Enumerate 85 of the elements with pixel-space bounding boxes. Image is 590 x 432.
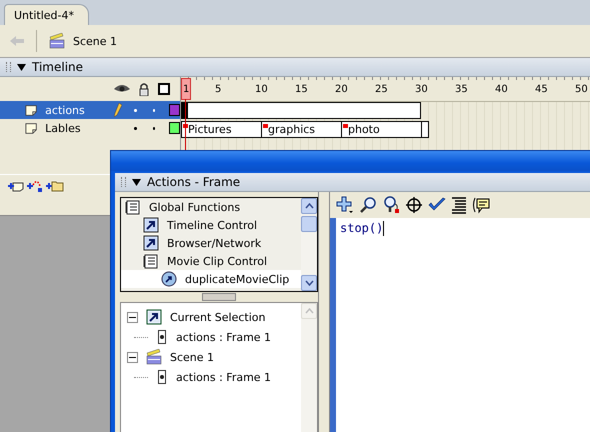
empty-keyframe[interactable]	[421, 121, 429, 138]
layer-row[interactable]: Lables	[0, 119, 180, 137]
frame-icon	[158, 370, 166, 384]
navigator-item[interactable]: Current Selection	[170, 310, 266, 324]
scroll-up-icon[interactable]	[304, 203, 314, 209]
frame-number: 10	[255, 84, 268, 95]
add-icon[interactable]	[336, 196, 354, 214]
add-motion-guide-icon[interactable]	[27, 180, 43, 192]
book-icon	[143, 253, 159, 269]
toolbox-item[interactable]: Movie Clip Control	[121, 252, 301, 270]
frame-label: graphics	[268, 123, 316, 136]
search-icon[interactable]	[359, 196, 377, 214]
scrollbar[interactable]	[301, 198, 317, 291]
collapse-triangle-icon[interactable]	[17, 64, 26, 70]
arrow-box-icon	[143, 235, 159, 251]
frame-number: 50	[575, 84, 588, 95]
frame-ruler[interactable]: 1 5 10 15 20 25 30 35 40 45 50	[181, 77, 590, 102]
layer-page-icon	[25, 104, 38, 116]
lock-icon[interactable]	[139, 82, 149, 96]
script-editor[interactable]: stop()	[329, 218, 590, 432]
code-hint-icon[interactable]	[472, 196, 490, 214]
labeled-keyframe-span[interactable]: Pictures	[181, 121, 261, 138]
frame-number: 35	[455, 84, 468, 95]
layer-name: actions	[44, 104, 86, 116]
document-tab[interactable]: Untitled-4*	[4, 4, 89, 25]
labeled-keyframe-span[interactable]: graphics	[261, 121, 341, 138]
panel-title: Timeline	[32, 60, 84, 74]
panel-title: Actions - Frame	[147, 175, 240, 189]
navigator-item[interactable]: actions : Frame 1	[176, 330, 272, 344]
insert-folder-icon[interactable]	[46, 180, 64, 192]
frame-number: 1	[183, 84, 190, 95]
layer-name: Lables	[44, 122, 82, 134]
scrollbar[interactable]	[301, 303, 317, 432]
book-icon	[125, 199, 141, 215]
scene-name[interactable]: Scene 1	[73, 34, 118, 48]
clapperboard-icon	[49, 33, 65, 49]
arrow-box-icon	[146, 309, 162, 325]
labeled-keyframe-span[interactable]: photo	[341, 121, 421, 138]
frame-label: photo	[348, 123, 380, 136]
toolbox-item[interactable]: duplicateMovieClip	[121, 270, 301, 288]
tree-toggle[interactable]	[127, 352, 138, 362]
collapse-triangle-icon[interactable]	[132, 178, 141, 186]
toolbox-label: Browser/Network	[167, 236, 262, 250]
visibility-dot[interactable]	[134, 108, 137, 112]
toolbox-label: duplicateMovieClip	[185, 272, 290, 286]
lock-dot[interactable]	[152, 108, 156, 112]
eye-icon[interactable]	[114, 84, 130, 94]
splitter-handle[interactable]	[202, 293, 236, 301]
arrow-circle-icon	[161, 271, 177, 287]
frame-number: 25	[375, 84, 388, 95]
toolbox-item[interactable]: Global Functions	[121, 198, 301, 216]
toolbox-item[interactable]: Timeline Control	[121, 216, 301, 234]
layer-row[interactable]: actions	[0, 101, 180, 119]
clapperboard-icon	[146, 349, 162, 365]
frame-number: 45	[535, 84, 548, 95]
playhead[interactable]	[181, 78, 191, 100]
frame-number: 5	[215, 84, 222, 95]
toolbox-label: Timeline Control	[167, 218, 258, 232]
format-lines-icon[interactable]	[451, 196, 467, 214]
insert-layer-icon[interactable]	[8, 180, 24, 192]
toolbox-label: Global Functions	[149, 200, 240, 214]
frame-icon	[158, 330, 166, 344]
code-line: stop()	[340, 221, 384, 235]
visibility-dot[interactable]	[134, 126, 137, 130]
replace-icon[interactable]	[382, 196, 400, 214]
tree-toggle[interactable]	[127, 312, 138, 322]
layer-page-icon	[25, 122, 38, 134]
toolbox-item[interactable]: Browser/Network	[121, 234, 301, 252]
toolbox-label: Movie Clip Control	[167, 254, 268, 268]
scroll-thumb[interactable]	[301, 216, 317, 232]
keyframe-span[interactable]	[181, 102, 421, 119]
frame-number: 40	[495, 84, 508, 95]
layer-color-swatch[interactable]	[169, 104, 180, 116]
frame-number: 15	[295, 84, 308, 95]
outline-square-icon[interactable]	[158, 83, 170, 95]
arrow-box-icon	[143, 217, 159, 233]
lock-dot[interactable]	[152, 126, 156, 130]
layer-color-swatch[interactable]	[169, 122, 180, 134]
crosshair-icon[interactable]	[405, 196, 423, 214]
navigator-item[interactable]: actions : Frame 1	[176, 370, 272, 384]
scroll-down-icon[interactable]	[304, 280, 314, 286]
frame-label: Pictures	[188, 123, 232, 136]
frame-number: 20	[335, 84, 348, 95]
frame-number: 30	[415, 84, 428, 95]
navigator-item[interactable]: Scene 1	[170, 350, 214, 364]
